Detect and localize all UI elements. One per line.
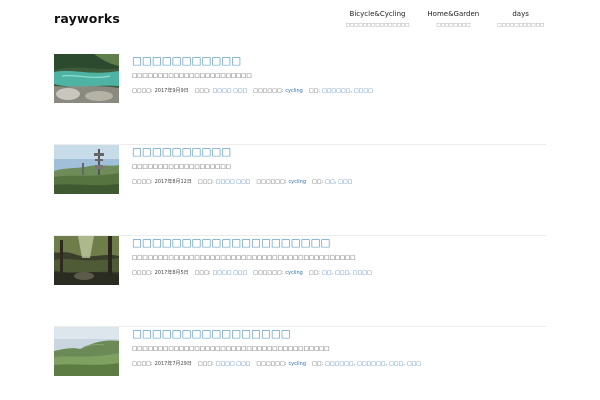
nav-subtitle: □□□□□□□□ (436, 23, 471, 28)
post-thumbnail[interactable] (54, 54, 119, 103)
post-date: 2017年9月9日 (154, 88, 189, 94)
post-date: 2017年7月29日 (154, 361, 192, 367)
post-item: □□□□□□□□□□ □□□□□□□□□□□□□□□□□□□ □□□□: 201… (54, 145, 546, 236)
tag-link[interactable]: □□□□□□ (357, 361, 385, 367)
nav-label: Bicycle&Cycling (349, 10, 406, 18)
forest-image (54, 236, 119, 285)
category-link[interactable]: cycling (285, 88, 303, 94)
post-meta: □□□□: 2017年8月12日 □□□: □□□□ □□□ □□□□□□: c… (132, 178, 546, 185)
tag-link[interactable]: □□□□ (354, 88, 373, 94)
post-body: □□□□□□□□□□□□□□□□ □□□□□□□□□□□□□□□□□□□□□□□… (132, 328, 546, 367)
site-header: rayworks Bicycle&Cycling □□□□□□□□□□□□□□□… (0, 0, 600, 40)
nav-label: days (512, 10, 529, 18)
post-meta: □□□□: 2017年9月9日 □□□: □□□□ □□□ □□□□□□: cy… (132, 87, 546, 94)
post-excerpt: □□□□□□□□□□□□□□□□□□□□□□□ (132, 73, 252, 79)
meta-author: □□□: □□□□ □□□ (195, 270, 248, 276)
tag-link[interactable]: □□□ (389, 361, 403, 367)
post-excerpt: □□□□□□□□□□□□□□□□□□□ (132, 164, 231, 170)
post-body: □□□□□□□□□□□□□□□□□□□□ □□□□□□□□□□□□□□□□□□□… (132, 237, 546, 276)
category-link[interactable]: cycling (285, 270, 303, 276)
date-label: □□□□: (132, 361, 153, 367)
post-date: 2017年8月5日 (154, 270, 189, 276)
meta-tags: □□: □□, □□□ (312, 179, 353, 185)
post-item: □□□□□□□□□□□□□□□□□□□□ □□□□□□□□□□□□□□□□□□□… (54, 236, 546, 327)
tags-label: □□: (308, 270, 320, 276)
tag-link[interactable]: □□ (325, 179, 334, 185)
category-label: □□□□□□: (253, 88, 284, 94)
post-body: □□□□□□□□□□□ □□□□□□□□□□□□□□□□□□□□□□□ □□□□… (132, 55, 546, 94)
mountain-tower-image (54, 145, 119, 194)
meta-author: □□□: □□□□ □□□ (195, 88, 248, 94)
post-excerpt: □□□□□□□□□□□□□□□□□□□□□□□□□□□□□□□□□□□□□□□□… (132, 255, 356, 261)
tag-link[interactable]: □□ (322, 270, 331, 276)
post-item: □□□□□□□□□□□□□□□□ □□□□□□□□□□□□□□□□□□□□□□□… (54, 327, 546, 400)
author-label: □□□: (194, 88, 211, 94)
category-label: □□□□□□: (256, 179, 287, 185)
date-label: □□□□: (132, 88, 153, 94)
date-label: □□□□: (132, 179, 153, 185)
site-title[interactable]: rayworks (54, 11, 120, 26)
main-nav: Bicycle&Cycling □□□□□□□□□□□□□□□ Home&Gar… (328, 10, 544, 28)
meta-tags: □□: □□□□□□, □□□□□□, □□□, □□□ (312, 361, 422, 367)
meta-date: □□□□: 2017年7月29日 (132, 360, 192, 367)
meta-author: □□□: □□□□ □□□ (198, 361, 251, 367)
post-meta: □□□□: 2017年8月5日 □□□: □□□□ □□□ □□□□□□: cy… (132, 269, 546, 276)
post-meta: □□□□: 2017年7月29日 □□□: □□□□ □□□ □□□□□□: c… (132, 360, 546, 367)
meta-category: □□□□□□: cycling (253, 88, 303, 94)
category-label: □□□□□□: (253, 270, 284, 276)
meta-tags: □□: □□□□□□, □□□□ (308, 88, 373, 94)
author-link[interactable]: □□□□ □□□ (213, 270, 248, 276)
nav-item-home-garden[interactable]: Home&Garden □□□□□□□□ (427, 10, 479, 28)
category-link[interactable]: cycling (288, 361, 306, 367)
post-thumbnail[interactable] (54, 327, 119, 376)
tag-link[interactable]: □□□□□□ (322, 88, 350, 94)
post-thumbnail[interactable] (54, 145, 119, 194)
nav-item-days[interactable]: days □□□□□□□□□□□ (497, 10, 544, 28)
meta-date: □□□□: 2017年8月5日 (132, 269, 189, 276)
meta-date: □□□□: 2017年8月12日 (132, 178, 192, 185)
meta-category: □□□□□□: cycling (256, 361, 306, 367)
river-image (54, 54, 119, 103)
tags-label: □□: (308, 88, 320, 94)
tag-link[interactable]: □□□□ (353, 270, 372, 276)
tag-link[interactable]: □□□ (407, 361, 421, 367)
author-link[interactable]: □□□□ □□□ (216, 179, 251, 185)
tags-label: □□: (312, 179, 324, 185)
post-item: □□□□□□□□□□□ □□□□□□□□□□□□□□□□□□□□□□□ □□□□… (54, 54, 546, 145)
category-link[interactable]: cycling (288, 179, 306, 185)
nav-label: Home&Garden (427, 10, 480, 18)
nav-item-bicycle-cycling[interactable]: Bicycle&Cycling □□□□□□□□□□□□□□□ (346, 10, 410, 28)
post-thumbnail[interactable] (54, 236, 119, 285)
post-title-link[interactable]: □□□□□□□□□□□□□□□□□□□□ (132, 237, 546, 249)
post-excerpt: □□□□□□□□□□□□□□□□□□□□□□□□□□□□□□□□□□□□□□ (132, 346, 330, 352)
author-label: □□□: (197, 361, 214, 367)
grassland-image (54, 327, 119, 376)
tag-link[interactable]: □□□ (338, 179, 352, 185)
author-link[interactable]: □□□□ □□□ (213, 88, 248, 94)
author-label: □□□: (194, 270, 211, 276)
tags-label: □□: (312, 361, 324, 367)
post-date: 2017年8月12日 (154, 179, 192, 185)
meta-category: □□□□□□: cycling (253, 270, 303, 276)
post-title-link[interactable]: □□□□□□□□□□□ (132, 55, 546, 67)
tag-link[interactable]: □□□ (335, 270, 349, 276)
post-body: □□□□□□□□□□ □□□□□□□□□□□□□□□□□□□ □□□□: 201… (132, 146, 546, 185)
meta-author: □□□: □□□□ □□□ (198, 179, 251, 185)
date-label: □□□□: (132, 270, 153, 276)
meta-date: □□□□: 2017年9月9日 (132, 87, 189, 94)
meta-tags: □□: □□, □□□, □□□□ (308, 270, 372, 276)
post-title-link[interactable]: □□□□□□□□□□ (132, 146, 546, 158)
category-label: □□□□□□: (256, 361, 287, 367)
nav-subtitle: □□□□□□□□□□□ (497, 23, 544, 28)
nav-subtitle: □□□□□□□□□□□□□□□ (345, 23, 410, 28)
post-list: □□□□□□□□□□□ □□□□□□□□□□□□□□□□□□□□□□□ □□□□… (54, 54, 546, 400)
meta-category: □□□□□□: cycling (256, 179, 306, 185)
post-title-link[interactable]: □□□□□□□□□□□□□□□□ (132, 328, 546, 340)
author-label: □□□: (197, 179, 214, 185)
tag-link[interactable]: □□□□□□ (325, 361, 353, 367)
author-link[interactable]: □□□□ □□□ (216, 361, 251, 367)
